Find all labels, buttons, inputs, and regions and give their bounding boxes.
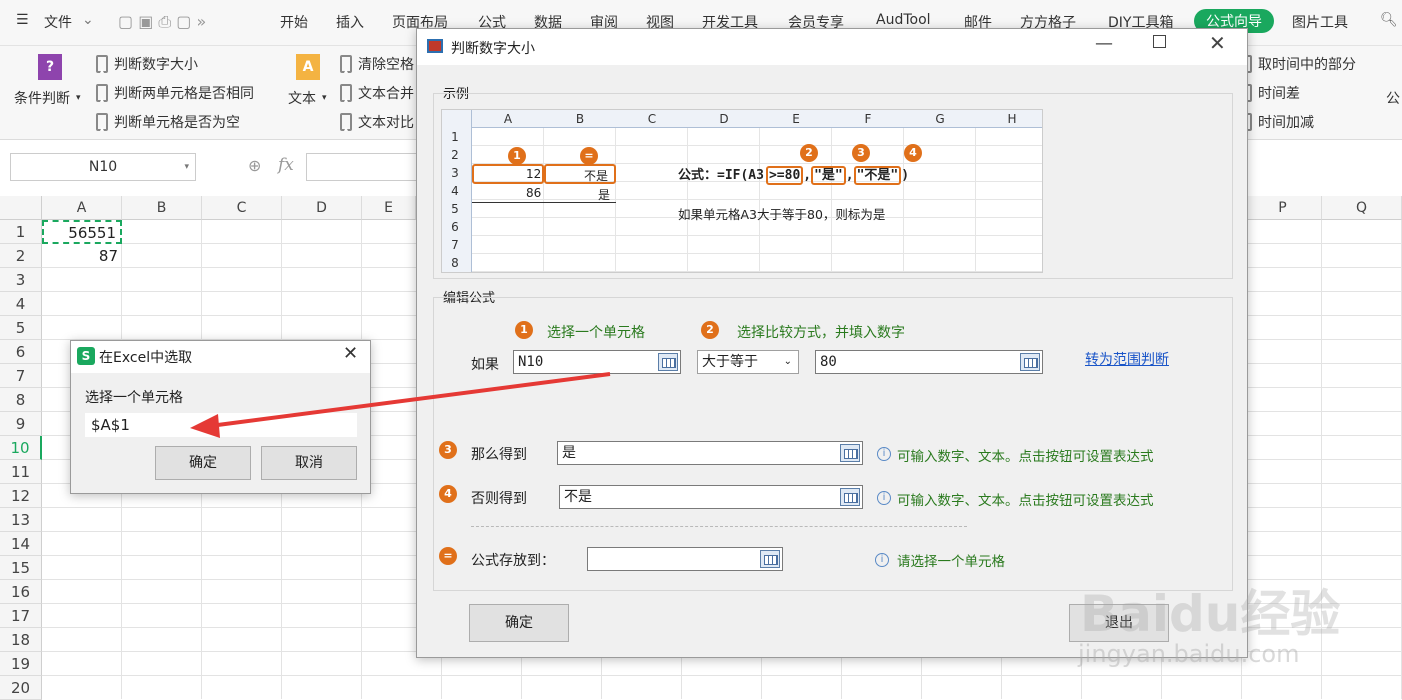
watermark-url: jingyan.baidu.com (1078, 640, 1300, 668)
watermark-logo: Baidu经验 (1080, 585, 1341, 643)
